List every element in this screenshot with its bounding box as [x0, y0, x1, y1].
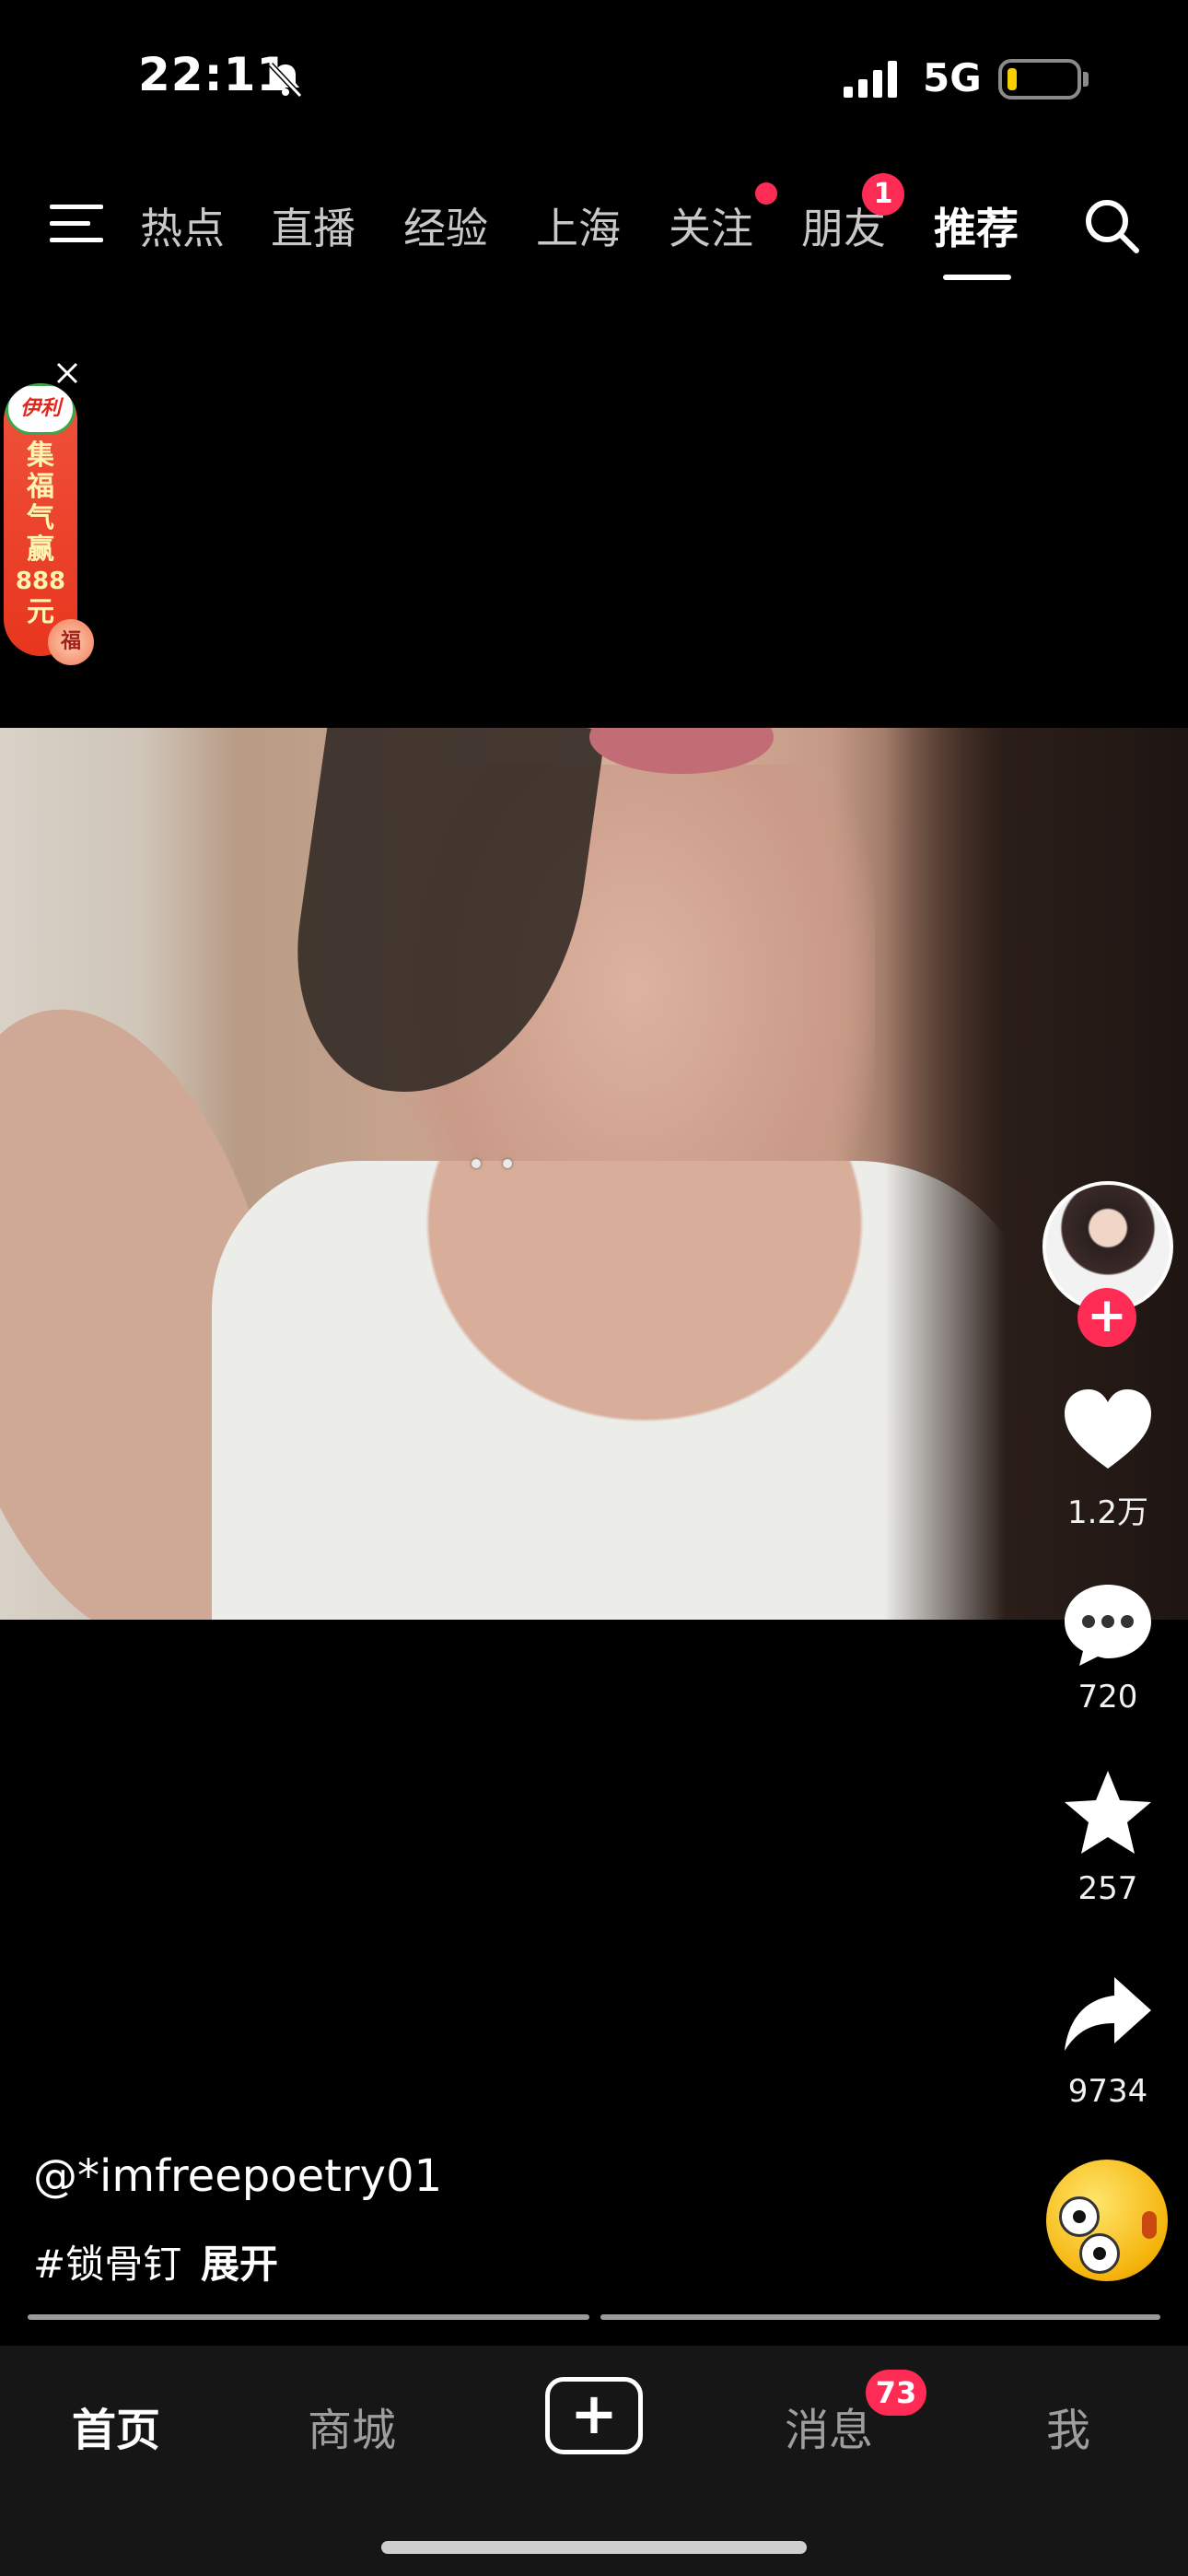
tab-hot[interactable]: 热点	[140, 195, 225, 256]
nav-home[interactable]: 首页	[72, 2394, 160, 2458]
brand-logo: 伊利	[6, 383, 76, 435]
nav-messages[interactable]: 消息	[785, 2394, 873, 2458]
comment-count: 720	[1077, 1679, 1138, 1715]
tab-shanghai[interactable]: 上海	[536, 195, 621, 256]
close-icon[interactable]	[53, 359, 81, 387]
like-count: 1.2万	[1066, 1494, 1149, 1531]
favorite-count: 257	[1077, 1870, 1138, 1907]
bell-slash-icon	[268, 62, 303, 99]
tab-recommended[interactable]: 推荐	[934, 195, 1019, 256]
follow-button[interactable]: +	[1077, 1288, 1136, 1347]
battery-cap	[1083, 72, 1089, 87]
friends-badge: 1	[862, 173, 904, 216]
share-count: 9734	[1067, 2073, 1148, 2110]
comment-icon[interactable]	[1059, 1577, 1157, 1669]
following-dot	[755, 182, 777, 205]
promo-banner[interactable]: 伊利 集 福 气 赢 888 元	[4, 383, 77, 656]
star-icon[interactable]	[1059, 1767, 1157, 1859]
expand-button[interactable]: 展开	[201, 2233, 278, 2289]
tab-following[interactable]: 关注	[669, 195, 753, 256]
active-tab-indicator	[943, 275, 1011, 280]
home-indicator[interactable]	[381, 2541, 807, 2554]
nav-me[interactable]: 我	[1046, 2394, 1090, 2458]
network-label: 5G	[923, 55, 982, 100]
tab-experience[interactable]: 经验	[403, 195, 488, 256]
battery-icon	[998, 59, 1081, 100]
promo-text: 集 福 气 赢 888 元	[15, 439, 66, 628]
heart-icon[interactable]	[1059, 1384, 1157, 1476]
hashtag[interactable]: #锁骨钉	[33, 2233, 181, 2289]
search-icon[interactable]	[1079, 193, 1144, 258]
nav-mall[interactable]: 商城	[308, 2394, 396, 2458]
fortune-coin-icon: 福	[48, 619, 94, 665]
share-icon[interactable]	[1059, 1968, 1157, 2060]
video-frame[interactable]	[0, 728, 1188, 1620]
signal-icon	[844, 61, 897, 98]
tab-live[interactable]: 直播	[271, 195, 355, 256]
create-button[interactable]: +	[545, 2377, 643, 2454]
messages-badge: 73	[866, 2370, 926, 2416]
menu-icon[interactable]	[50, 201, 105, 247]
progress-segment-1	[28, 2314, 589, 2320]
progress-segment-2	[600, 2314, 1160, 2320]
author-handle[interactable]: @*imfreepoetry01	[33, 2150, 442, 2202]
surprised-emoji-icon[interactable]	[1046, 2160, 1168, 2281]
